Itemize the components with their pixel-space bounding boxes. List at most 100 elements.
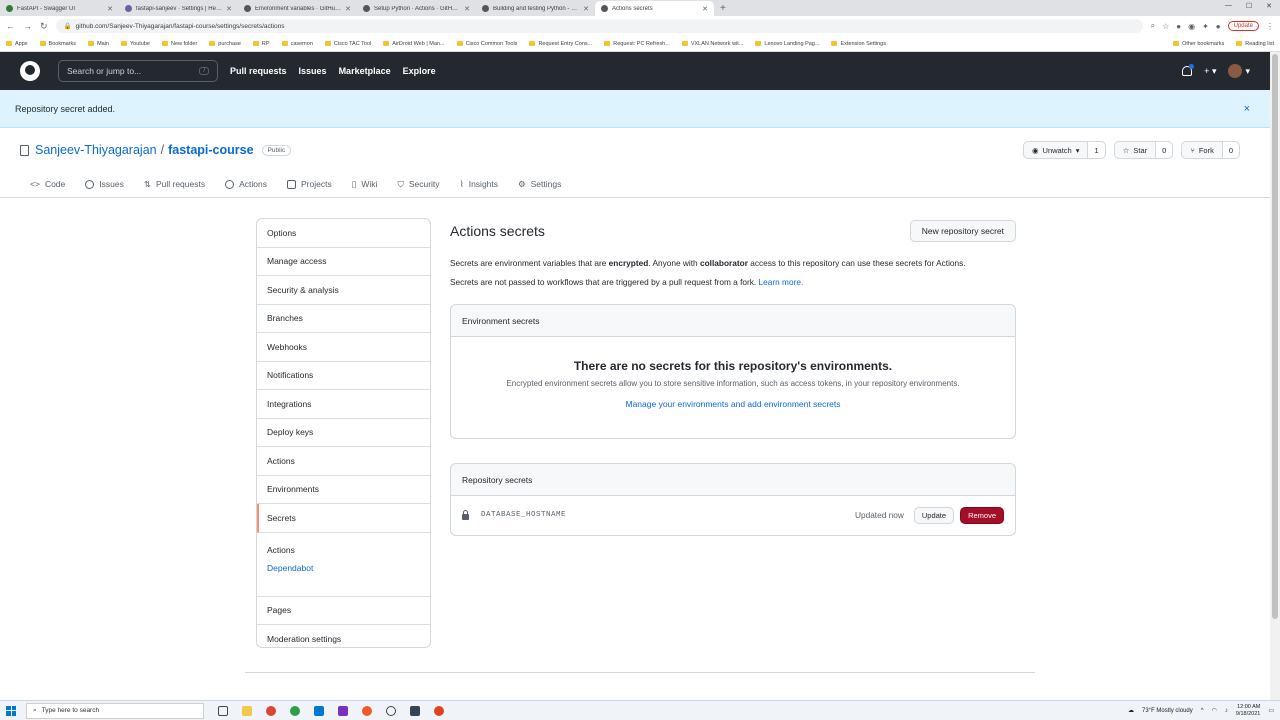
flash-close-icon[interactable]: × — [1244, 103, 1250, 115]
star-button[interactable]: ☆ Star 0 — [1113, 141, 1174, 159]
bookmark-item[interactable]: Cisco Common Tools — [456, 41, 517, 47]
profile-icon[interactable]: ● — [1216, 22, 1221, 31]
nav-pull-requests[interactable]: Pull requests — [230, 66, 287, 76]
bookmark-item[interactable]: casemon — [281, 41, 313, 47]
postman-icon[interactable] — [362, 705, 372, 716]
sidebar-item-notifications[interactable]: Notifications — [257, 362, 430, 390]
bookmark-item[interactable]: Other bookmarks — [1173, 41, 1224, 47]
notifications-bell-icon[interactable] — [1182, 64, 1195, 76]
extension-icon[interactable]: ◉ — [1188, 22, 1195, 31]
new-repository-secret-button[interactable]: New repository secret — [909, 220, 1016, 242]
tab-issues[interactable]: Issues — [85, 172, 124, 196]
create-new-dropdown[interactable]: + ▾ — [1204, 66, 1216, 77]
tab-pull-requests[interactable]: ⇅ Pull requests — [144, 172, 205, 196]
sidebar-item-options[interactable]: Options — [257, 219, 430, 248]
unwatch-button[interactable]: ◉ Unwatch ▾ 1 — [1022, 141, 1106, 159]
manage-environments-link[interactable]: Manage your environments and add environ… — [451, 399, 1015, 409]
bookmark-item[interactable]: AirDroid Web | Man... — [383, 41, 445, 47]
scrollbar-thumb[interactable] — [1272, 54, 1278, 619]
bookmark-item[interactable]: Youtube — [120, 41, 150, 47]
tab-security[interactable]: ⛉ Security — [397, 172, 439, 196]
bookmark-star-icon[interactable]: ☆ — [1162, 22, 1169, 31]
learn-more-link[interactable]: Learn more. — [759, 277, 804, 287]
bookmark-item[interactable]: Main — [88, 41, 109, 47]
search-input[interactable]: Search or jump to... / — [58, 60, 218, 82]
sidebar-subheading-actions[interactable]: Actions — [257, 545, 430, 559]
terminal-icon[interactable] — [410, 705, 420, 716]
sidebar-sublink-dependabot[interactable]: Dependabot — [257, 563, 430, 597]
bookmark-item[interactable]: Reading list — [1236, 41, 1274, 47]
weather-text[interactable]: 73°F Mostly cloudy — [1142, 708, 1193, 714]
menu-icon[interactable]: ⋮ — [1266, 22, 1274, 31]
tray-chevron-icon[interactable]: ^ — [1201, 708, 1204, 714]
sidebar-item-moderation-settings[interactable]: Moderation settings — [257, 625, 430, 654]
fork-button[interactable]: ⑂ Fork 0 — [1181, 141, 1240, 159]
bookmark-item[interactable]: purchase — [209, 41, 241, 47]
bookmark-item[interactable]: Lenovo Landing Pag... — [755, 41, 819, 47]
nav-explore[interactable]: Explore — [403, 66, 436, 76]
sidebar-item-environments[interactable]: Environments — [257, 476, 430, 504]
taskbar-search-input[interactable]: ⌕ Type here to search — [26, 702, 204, 719]
tab-settings[interactable]: ⚙ Settings — [518, 172, 561, 196]
bookmark-item[interactable]: Request: PC Refresh... — [604, 41, 670, 47]
sidebar-item-secrets[interactable]: Secrets — [257, 504, 430, 533]
sidebar-item-branches[interactable]: Branches — [257, 305, 430, 333]
github-logo-icon[interactable] — [20, 61, 40, 81]
sidebar-item-actions[interactable]: Actions — [257, 447, 430, 476]
tab-close-icon[interactable]: ✕ — [583, 5, 589, 13]
bookmark-item[interactable]: Request Entry Cons... — [529, 41, 592, 47]
tab-actions[interactable]: Actions — [225, 172, 267, 196]
chrome-icon[interactable] — [266, 705, 276, 716]
forward-icon[interactable]: → — [23, 21, 32, 31]
bookmark-item[interactable]: New folder — [161, 41, 197, 47]
browser-tab[interactable]: Environment variables · GitHub Docs ✕ — [238, 1, 357, 16]
github-desktop-icon[interactable] — [386, 705, 396, 716]
tab-wiki[interactable]: ▯ Wiki — [352, 172, 378, 196]
zoom-icon[interactable]: ⌕ — [1151, 21, 1155, 31]
sidebar-item-integrations[interactable]: Integrations — [257, 390, 430, 419]
browser-tab[interactable]: fastapi-sanjeev · Settings | Heroku ✕ — [119, 1, 238, 16]
watchers-count[interactable]: 1 — [1087, 142, 1105, 158]
tab-insights[interactable]: ⌇ Insights — [460, 172, 498, 196]
bookmark-item[interactable]: Extension Settings — [831, 41, 886, 47]
task-view-icon[interactable] — [218, 705, 228, 716]
update-secret-button[interactable]: Update — [913, 506, 955, 524]
windows-start-icon[interactable] — [6, 705, 16, 716]
extension-icon[interactable]: ● — [1176, 22, 1181, 31]
tab-close-icon[interactable]: ✕ — [702, 5, 708, 13]
sidebar-item-webhooks[interactable]: Webhooks — [257, 333, 430, 362]
bookmark-item[interactable]: Cisco TAC Tool — [324, 41, 371, 47]
url-input[interactable]: 🔒 github.com/Sanjeev-Thiyagarajan/fastap… — [55, 19, 1143, 33]
onenote-icon[interactable] — [338, 705, 348, 716]
tab-code[interactable]: <> Code — [30, 172, 65, 196]
file-explorer-icon[interactable] — [242, 705, 252, 716]
browser-tab[interactable]: FastAPI - Swagger UI ✕ — [0, 1, 119, 16]
tab-close-icon[interactable]: ✕ — [226, 5, 232, 13]
repo-owner-link[interactable]: Sanjeev-Thiyagarajan — [35, 143, 157, 157]
volume-icon[interactable]: ♪ — [1225, 708, 1228, 714]
bookmark-item[interactable]: RP — [252, 41, 270, 47]
browser-tab-active[interactable]: Actions secrets ✕ — [595, 1, 714, 16]
minimize-icon[interactable]: — — [1225, 2, 1232, 10]
close-window-icon[interactable]: ✕ — [1266, 2, 1272, 10]
forks-count[interactable]: 0 — [1221, 142, 1239, 158]
network-icon[interactable]: ◠ — [1212, 707, 1217, 714]
vscode-icon[interactable] — [314, 705, 324, 716]
remove-secret-button[interactable]: Remove — [960, 506, 1004, 524]
app-icon[interactable] — [434, 705, 444, 716]
sidebar-item-manage-access[interactable]: Manage access — [257, 248, 430, 276]
nav-issues[interactable]: Issues — [299, 66, 327, 76]
tab-close-icon[interactable]: ✕ — [107, 5, 113, 13]
sidebar-item-security-analysis[interactable]: Security & analysis — [257, 276, 430, 305]
back-icon[interactable]: ← — [6, 21, 15, 31]
notification-center-icon[interactable]: ▭ — [1268, 707, 1274, 714]
tab-close-icon[interactable]: ✕ — [345, 5, 351, 13]
sidebar-item-pages[interactable]: Pages — [257, 597, 430, 625]
sidebar-item-deploy-keys[interactable]: Deploy keys — [257, 419, 430, 447]
repo-name-link[interactable]: fastapi-course — [168, 143, 253, 157]
spotify-icon[interactable] — [290, 705, 300, 716]
bookmark-item[interactable]: Apps — [6, 41, 28, 47]
browser-tab[interactable]: Setup Python · Actions · GitHub Marketpl… — [357, 1, 476, 16]
stars-count[interactable]: 0 — [1155, 142, 1173, 158]
browser-tab[interactable]: Building and testing Python - GitHub Doc… — [476, 1, 595, 16]
